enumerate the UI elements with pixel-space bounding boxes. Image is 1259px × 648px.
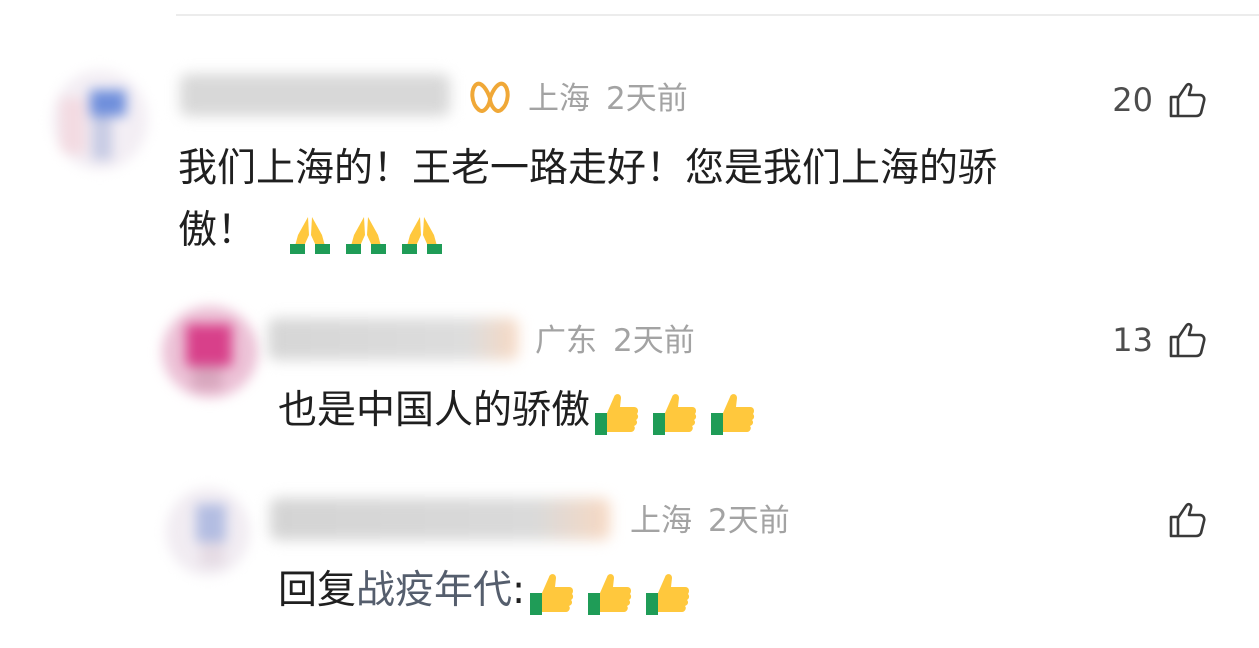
like-button[interactable] <box>1153 500 1207 540</box>
avatar[interactable] <box>166 488 250 576</box>
comment-text-line-2: 傲！ <box>178 200 997 262</box>
thumbs-up-emoji-1 <box>592 389 642 437</box>
avatar[interactable] <box>162 306 258 398</box>
avatar[interactable] <box>52 70 148 170</box>
location: 广东 <box>535 323 597 359</box>
like-button[interactable]: 13 <box>1112 320 1207 360</box>
reply-prefix: 回复 <box>278 568 357 613</box>
timestamp: 2天前 <box>708 503 790 539</box>
timestamp: 2天前 <box>613 323 695 359</box>
thumbs-up-emoji-1 <box>527 569 577 617</box>
like-count: 13 <box>1112 321 1153 359</box>
pray-emoji-1 <box>286 211 334 255</box>
like-button[interactable]: 20 <box>1112 80 1207 120</box>
thumbs-up-icon <box>1169 502 1206 538</box>
location: 上海 <box>630 503 692 539</box>
username-blurred[interactable] <box>270 498 610 540</box>
comment-meta: 广东 2天前 <box>535 326 695 357</box>
vip-badge-icon <box>470 81 510 113</box>
like-count: 20 <box>1112 81 1153 119</box>
comment-text: 也是中国人的骄傲 <box>278 380 758 442</box>
pray-emoji-2 <box>342 211 390 255</box>
comment-meta: 上海 2天前 <box>630 506 790 537</box>
comment-meta: 上海 2天前 <box>528 84 688 115</box>
mention-link[interactable]: 战疫年代 <box>356 568 512 613</box>
thumbs-up-emoji-2 <box>585 569 635 617</box>
username-blurred[interactable] <box>268 318 518 360</box>
comment-text: 回复战疫年代: <box>278 560 693 622</box>
comment-text-line-1: 我们上海的！王老一路走好！您是我们上海的骄 <box>178 146 998 191</box>
username-blurred[interactable] <box>180 74 450 116</box>
top-divider <box>176 14 1259 16</box>
thumbs-up-icon <box>1169 322 1206 358</box>
location: 上海 <box>528 81 590 117</box>
pray-emoji-3 <box>398 211 446 255</box>
comment-text-line-2-text: 傲！ <box>178 208 257 253</box>
thumbs-up-emoji-2 <box>650 389 700 437</box>
thumbs-up-icon <box>1169 82 1206 118</box>
timestamp: 2天前 <box>606 81 688 117</box>
comment-text: 我们上海的！王老一路走好！您是我们上海的骄 傲！ <box>178 138 997 262</box>
reply-colon: : <box>512 568 526 613</box>
thumbs-up-emoji-3 <box>643 569 693 617</box>
thumbs-up-emoji-3 <box>708 389 758 437</box>
